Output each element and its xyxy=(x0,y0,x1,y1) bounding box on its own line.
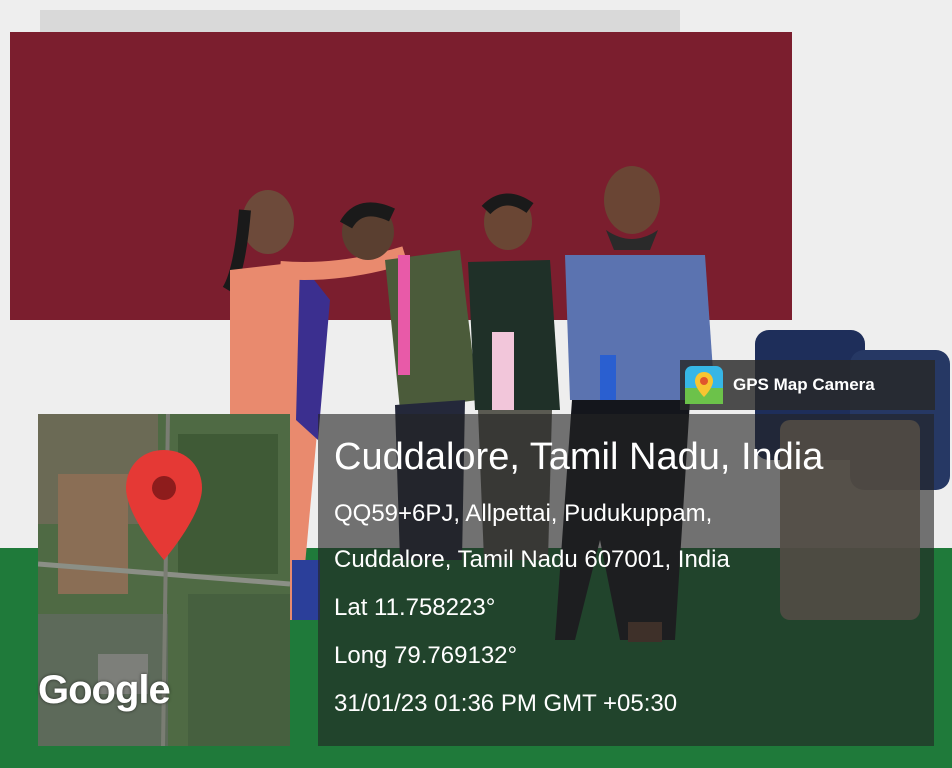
location-info-panel: Cuddalore, Tamil Nadu, India QQ59+6PJ, A… xyxy=(318,414,934,746)
gps-map-camera-icon xyxy=(685,366,723,404)
address-line-1: QQ59+6PJ, Allpettai, Pudukuppam, xyxy=(334,500,713,527)
google-logo: Google xyxy=(38,668,171,712)
timestamp-text: 31/01/23 01:36 PM GMT +05:30 xyxy=(334,690,678,717)
longitude-text: Long 79.769132° xyxy=(334,642,518,669)
latitude-text: Lat 11.758223° xyxy=(334,594,496,621)
address-line-2: Cuddalore, Tamil Nadu 607001, India xyxy=(334,546,730,573)
gps-map-camera-label: GPS Map Camera xyxy=(733,375,875,394)
location-title: Cuddalore, Tamil Nadu, India xyxy=(334,436,824,478)
gps-map-camera-badge: GPS Map Camera xyxy=(680,360,935,410)
geotagged-photo: GPS Map Camera Google Cuddalore, Tamil N… xyxy=(0,0,952,768)
